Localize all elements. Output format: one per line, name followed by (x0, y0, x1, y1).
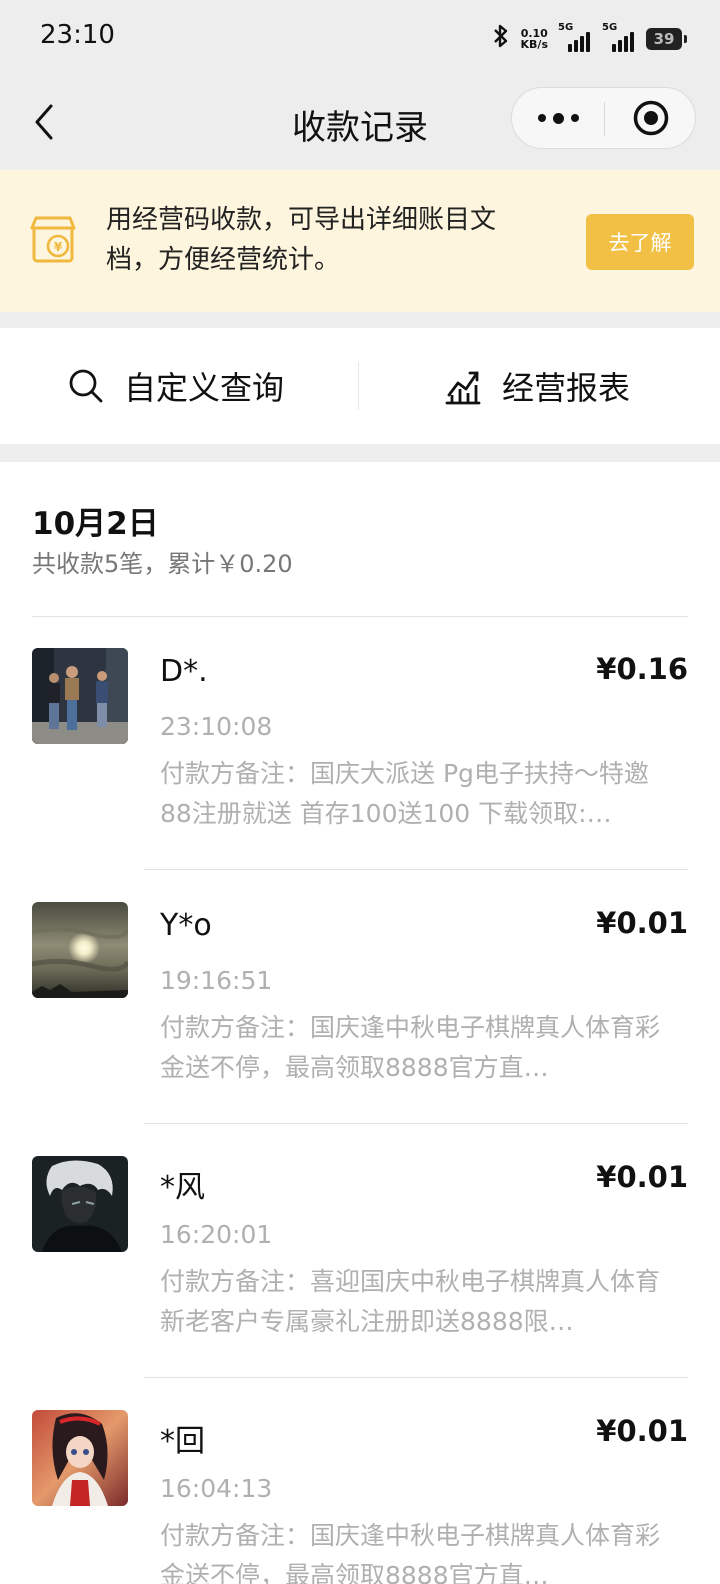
payment-time: 23:10:08 (160, 712, 273, 741)
more-dot-icon (552, 112, 564, 124)
signal-label-2: 5G (602, 22, 618, 33)
battery-icon: 39 (646, 28, 687, 50)
payer-note: 付款方备注：国庆逢中秋电子棋牌真人体育彩金送不停，最高领取8888官方直… (160, 1521, 661, 1584)
more-button[interactable] (512, 88, 604, 148)
avatar (32, 1410, 128, 1506)
payer-name: *风 (160, 1170, 205, 1205)
record-item[interactable]: *回 ¥0.01 16:04:13 付款方备注：国庆逢中秋电子棋牌真人体育彩金送… (0, 1378, 720, 1584)
signal-icon-2: 5G (602, 22, 636, 54)
avatar (32, 1156, 128, 1252)
status-time: 23:10 (40, 20, 115, 50)
date-heading: 10月2日 (32, 506, 159, 542)
payment-amount: ¥0.01 (596, 1414, 688, 1448)
status-icons: 0.10 KB/s 5G 5G 39 (491, 22, 687, 56)
svg-text:¥: ¥ (54, 240, 63, 254)
payment-time: 16:04:13 (160, 1474, 273, 1503)
custom-query-button[interactable]: 自定义查询 (68, 328, 284, 444)
payment-amount: ¥0.01 (596, 1160, 688, 1194)
mini-program-capsule (511, 87, 696, 149)
custom-query-label: 自定义查询 (124, 369, 285, 407)
network-speed: 0.10 KB/s (521, 28, 548, 50)
close-button[interactable] (605, 88, 697, 148)
query-toolbar: 自定义查询 经营报表 (0, 328, 720, 444)
payment-time: 19:16:51 (160, 966, 273, 995)
more-dot-icon (570, 114, 579, 122)
business-report-label: 经营报表 (502, 369, 631, 407)
payer-note: 付款方备注：喜迎国庆中秋电子棋牌真人体育新老客户专属豪礼注册即送8888限… (160, 1267, 661, 1336)
chart-icon (445, 371, 481, 405)
search-icon (69, 369, 103, 403)
payment-time: 16:20:01 (160, 1220, 273, 1249)
record-item[interactable]: *风 ¥0.01 16:20:01 付款方备注：喜迎国庆中秋电子棋牌真人体育新老… (0, 1124, 720, 1378)
battery-level: 39 (653, 30, 675, 48)
network-speed-unit: KB/s (520, 38, 548, 51)
record-item[interactable]: Y*o ¥0.01 19:16:51 付款方备注：国庆逢中秋电子棋牌真人体育彩金… (0, 870, 720, 1124)
more-dot-icon (537, 114, 546, 122)
avatar (32, 648, 128, 744)
payer-name: Y*o (160, 908, 212, 943)
date-summary: 共收款5笔，累计￥0.20 (32, 550, 293, 578)
learn-more-button[interactable]: 去了解 (586, 214, 694, 270)
payer-note: 付款方备注：国庆逢中秋电子棋牌真人体育彩金送不停，最高领取8888官方直… (160, 1013, 661, 1082)
banner-text: 用经营码收款，可导出详细账目文档，方便经营统计。 (106, 205, 497, 275)
signal-icon-1: 5G (558, 22, 592, 54)
status-bar: 23:10 0.10 KB/s 5G 5G 39 (0, 0, 720, 80)
records-list: 10月2日 共收款5笔，累计￥0.20 D*. ¥0.16 23:10:08 付… (0, 462, 720, 1584)
signal-label-1: 5G (558, 22, 574, 33)
toolbar-divider (358, 362, 359, 410)
bluetooth-icon (491, 23, 511, 55)
shop-icon: ¥ (30, 214, 76, 268)
business-report-button[interactable]: 经营报表 (444, 328, 630, 444)
payer-name: D*. (160, 654, 208, 689)
avatar (32, 902, 128, 998)
payer-name: *回 (160, 1424, 205, 1459)
payment-amount: ¥0.16 (596, 652, 688, 686)
nav-bar: 收款记录 (0, 80, 720, 170)
payer-note: 付款方备注：国庆大派送 Pg电子扶持～特邀88注册就送 首存100送100 下载… (160, 759, 649, 828)
record-item[interactable]: D*. ¥0.16 23:10:08 付款方备注：国庆大派送 Pg电子扶持～特邀… (0, 616, 720, 870)
promo-banner: ¥ 用经营码收款，可导出详细账目文档，方便经营统计。 去了解 (0, 170, 720, 312)
payment-amount: ¥0.01 (596, 906, 688, 940)
target-close-icon (633, 100, 669, 136)
